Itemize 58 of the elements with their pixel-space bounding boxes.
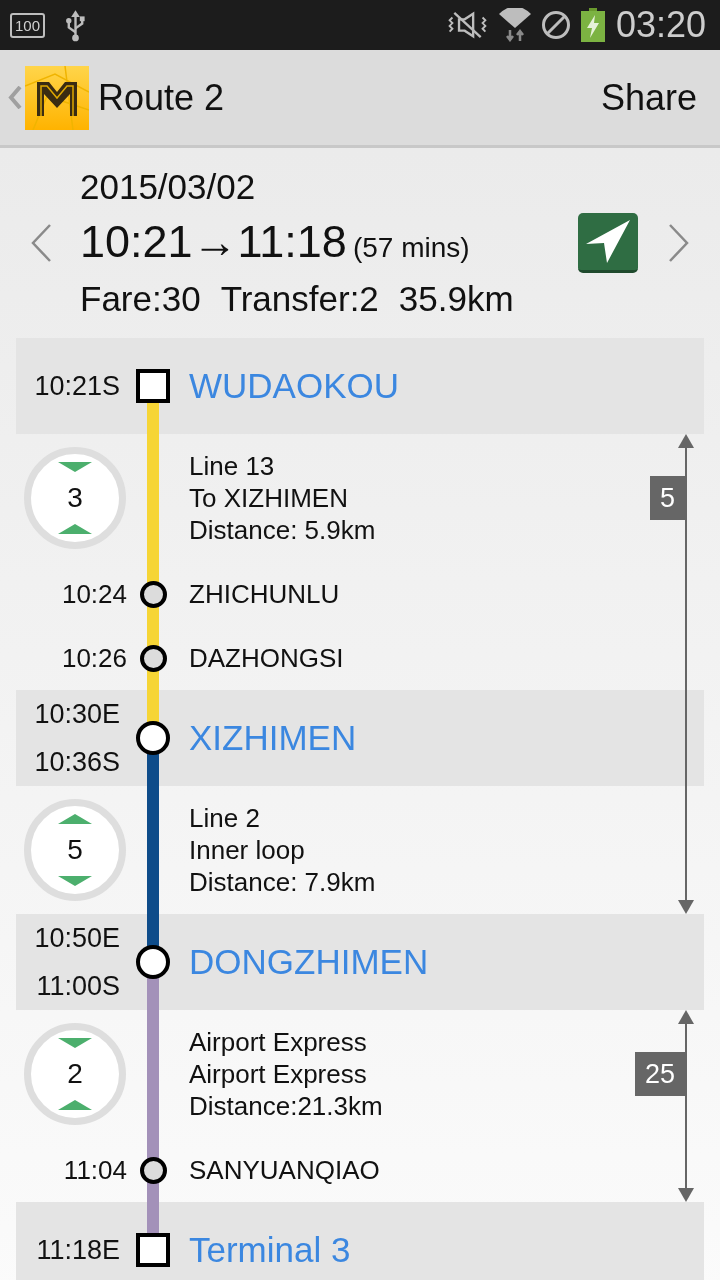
- notification-badge: 100: [10, 12, 46, 38]
- station-time: 10:50E: [34, 922, 120, 955]
- station-time: 10:21S: [34, 370, 120, 403]
- route-info-text: Line 13: [189, 450, 275, 482]
- app-logo-icon[interactable]: [25, 65, 89, 130]
- back-caret-icon[interactable]: [8, 86, 22, 109]
- route-info-text: To XIZHIMEN: [189, 482, 348, 514]
- stop-time: 10:26: [61, 642, 127, 674]
- triangle-down-icon: [58, 462, 92, 472]
- triangle-down-icon: [58, 876, 92, 886]
- badge-count: 3: [67, 483, 83, 513]
- route-info-text: Inner loop: [189, 834, 305, 866]
- route-info-text: Line 2: [189, 802, 260, 834]
- stop-name: DAZHONGSI: [189, 642, 344, 674]
- share-button[interactable]: Share: [600, 75, 697, 120]
- badge-count: 2: [67, 1059, 83, 1089]
- route-info-text: Airport Express: [189, 1026, 367, 1058]
- trip-duration: (57 mins): [352, 231, 470, 265]
- station-time: 10:36S: [34, 746, 120, 779]
- mute-icon: [446, 9, 488, 41]
- station-time: 11:00S: [36, 970, 120, 1003]
- trip-stat: 35.9km: [398, 279, 514, 319]
- span-count: 5: [649, 476, 685, 520]
- previous-button[interactable]: [30, 223, 54, 263]
- navigate-button[interactable]: [578, 213, 638, 273]
- triangle-up-icon: [58, 524, 92, 534]
- triangle-up-icon: [58, 814, 92, 824]
- badge-count: 5: [67, 835, 83, 865]
- route-info-text: Distance: 5.9km: [189, 514, 376, 546]
- span-count: 25: [634, 1052, 685, 1096]
- navigation-arrow-icon: [586, 220, 630, 263]
- blocked-icon: [540, 10, 571, 40]
- chevron-left-icon: [30, 223, 54, 263]
- station-name[interactable]: WUDAOKOU: [189, 364, 399, 408]
- clock-time: 03:20: [615, 7, 706, 43]
- trip-date: 2015/03/02: [80, 167, 256, 207]
- stop-time: 11:04: [63, 1154, 127, 1186]
- triangle-up-icon: [58, 1100, 92, 1110]
- stop-name: SANYUANQIAO: [189, 1154, 380, 1186]
- station-time: 11:18E: [36, 1234, 120, 1267]
- route-info-text: Airport Express: [189, 1058, 367, 1090]
- route-info-text: Distance: 7.9km: [189, 866, 376, 898]
- station-name[interactable]: DONGZHIMEN: [189, 940, 429, 984]
- station-time: 10:30E: [34, 698, 120, 731]
- chevron-right-icon: [666, 223, 690, 263]
- battery-charging-icon: [580, 8, 605, 42]
- station-name[interactable]: XIZHIMEN: [189, 716, 357, 760]
- stop-time: 10:24: [61, 578, 127, 610]
- next-button[interactable]: [666, 223, 690, 263]
- usb-icon: [64, 8, 88, 42]
- triangle-down-icon: [58, 1038, 92, 1048]
- stop-name: ZHICHUNLU: [189, 578, 340, 610]
- trip-times: 10:21→11:18: [80, 215, 347, 269]
- station-name[interactable]: Terminal 3: [189, 1228, 351, 1272]
- trip-stat: Fare:30: [80, 279, 201, 319]
- trip-stat: Transfer:2: [220, 279, 379, 319]
- screen-title: Route 2: [98, 75, 225, 120]
- route-info-text: Distance:21.3km: [189, 1090, 383, 1122]
